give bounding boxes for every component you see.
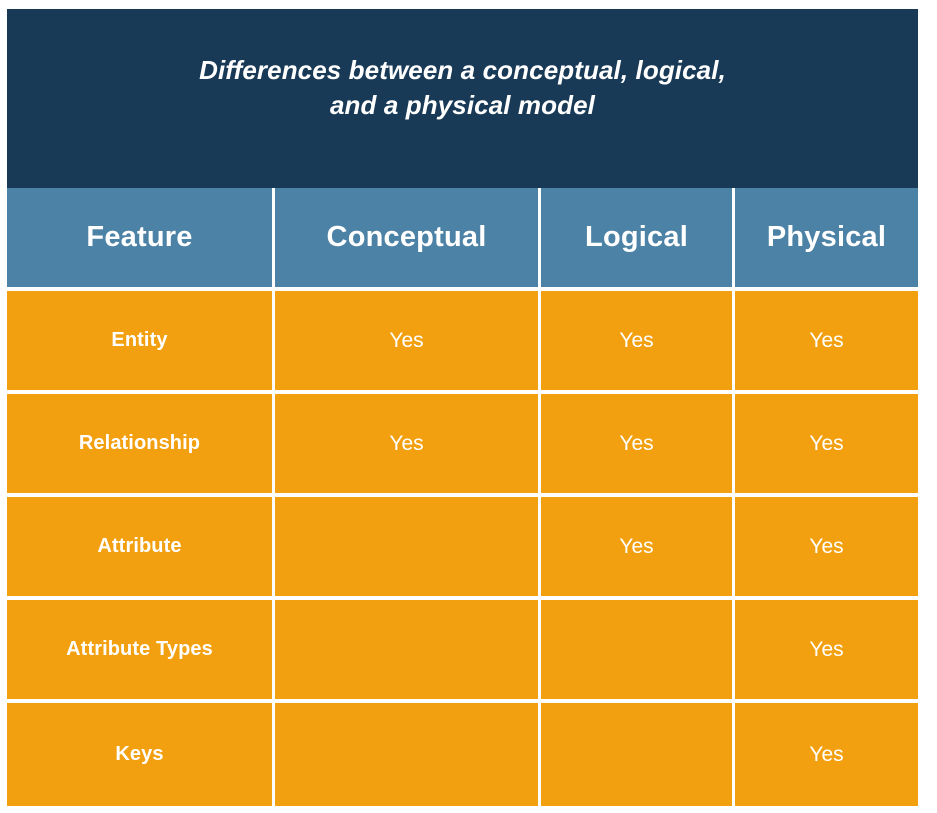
cell-conceptual: Yes <box>275 291 541 394</box>
cell-conceptual <box>275 703 541 806</box>
comparison-table: Feature Conceptual Logical Physical Enti… <box>7 188 918 806</box>
column-header-conceptual: Conceptual <box>275 188 541 291</box>
cell-physical: Yes <box>735 497 918 600</box>
cell-conceptual: Yes <box>275 394 541 497</box>
cell-physical: Yes <box>735 600 918 703</box>
cell-logical: Yes <box>541 497 735 600</box>
feature-name: Keys <box>7 703 275 806</box>
title-banner: Differences between a conceptual, logica… <box>7 9 918 188</box>
table-row: Attribute Yes Yes <box>7 497 918 600</box>
table-row: Entity Yes Yes Yes <box>7 291 918 394</box>
cell-physical: Yes <box>735 703 918 806</box>
column-header-logical: Logical <box>541 188 735 291</box>
cell-logical <box>541 703 735 806</box>
cell-logical: Yes <box>541 394 735 497</box>
cell-physical: Yes <box>735 291 918 394</box>
feature-name: Relationship <box>7 394 275 497</box>
table-row: Attribute Types Yes <box>7 600 918 703</box>
cell-logical: Yes <box>541 291 735 394</box>
feature-name: Entity <box>7 291 275 394</box>
slide-content: Differences between a conceptual, logica… <box>7 9 918 806</box>
table-body: Entity Yes Yes Yes Relationship Yes Yes … <box>7 291 918 806</box>
feature-name: Attribute <box>7 497 275 600</box>
cell-conceptual <box>275 497 541 600</box>
page-title: Differences between a conceptual, logica… <box>199 55 726 120</box>
table-row: Relationship Yes Yes Yes <box>7 394 918 497</box>
cell-conceptual <box>275 600 541 703</box>
feature-name: Attribute Types <box>7 600 275 703</box>
table-header-row: Feature Conceptual Logical Physical <box>7 188 918 291</box>
column-header-physical: Physical <box>735 188 918 291</box>
slide-root: Differences between a conceptual, logica… <box>0 0 937 813</box>
column-header-feature: Feature <box>7 188 275 291</box>
cell-physical: Yes <box>735 394 918 497</box>
table-row: Keys Yes <box>7 703 918 806</box>
cell-logical <box>541 600 735 703</box>
